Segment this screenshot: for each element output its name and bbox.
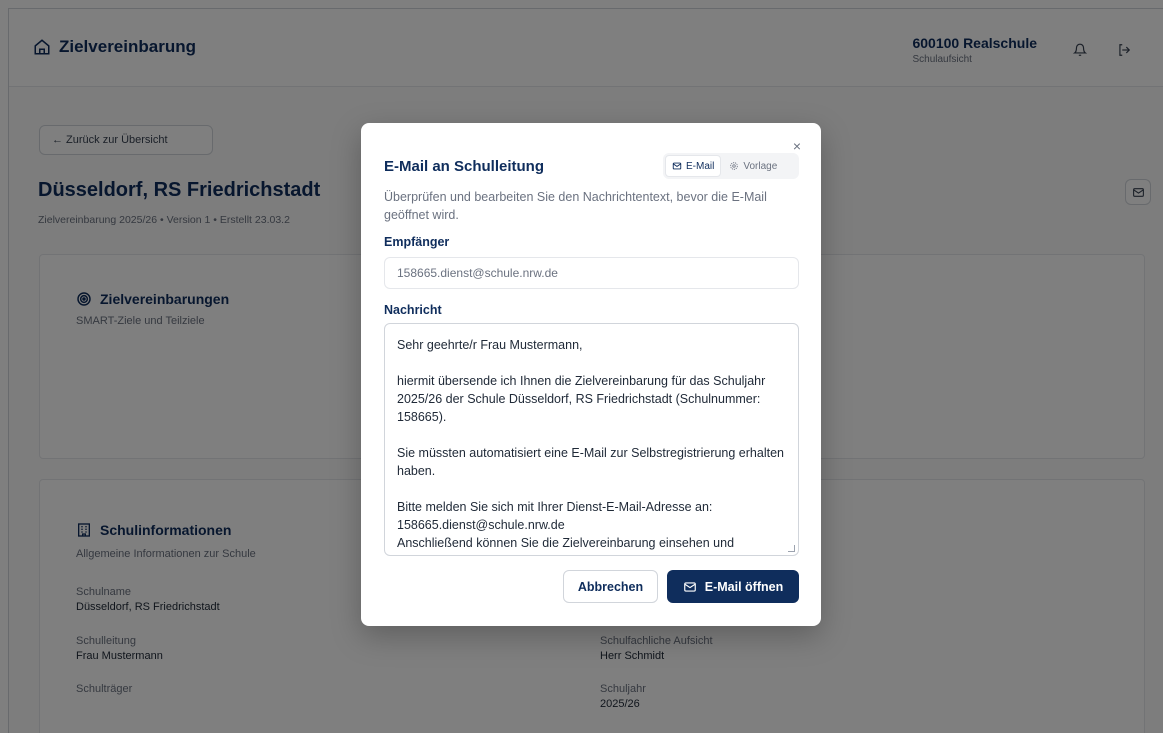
message-paragraph: Sehr geehrte/r Frau Mustermann, [397, 338, 583, 352]
message-label: Nachricht [384, 303, 442, 317]
resize-handle[interactable] [788, 545, 795, 552]
open-email-button-label: E-Mail öffnen [704, 579, 784, 594]
mail-icon [672, 162, 682, 170]
message-paragraph: Sie müssten automatisiert eine E-Mail zu… [397, 446, 784, 478]
recipient-label: Empfänger [384, 235, 450, 249]
message-textarea[interactable]: Sehr geehrte/r Frau Mustermann, hiermit … [384, 323, 799, 556]
modal-description: Überprüfen und bearbeiten Sie den Nachri… [384, 190, 767, 222]
message-paragraph: hiermit übersende ich Ihnen die Zielvere… [397, 374, 766, 424]
tab-vorlage-label: Vorlage [743, 160, 778, 172]
open-email-button[interactable]: E-Mail öffnen [667, 570, 799, 603]
modal-title: E-Mail an Schulleitung [384, 158, 545, 175]
mode-tabs: E-Mail Vorlage [663, 153, 799, 179]
mail-icon [683, 581, 696, 592]
cancel-button-label: Abbrechen [577, 579, 644, 594]
message-paragraph: Bitte melden Sie sich mit Ihrer Dienst-E… [397, 500, 735, 555]
recipient-value: 158665.dienst@schule.nrw.de [397, 266, 558, 280]
cancel-button[interactable]: Abbrechen [563, 570, 658, 603]
tab-email[interactable]: E-Mail [665, 155, 722, 177]
email-modal: × E-Mail an Schulleitung E-Mail Vorlage … [361, 123, 821, 626]
tab-email-label: E-Mail [686, 160, 715, 172]
recipient-field[interactable]: 158665.dienst@schule.nrw.de [384, 257, 799, 289]
close-icon[interactable]: × [793, 139, 801, 153]
settings-icon [730, 162, 739, 170]
tab-vorlage[interactable]: Vorlage [723, 155, 783, 177]
